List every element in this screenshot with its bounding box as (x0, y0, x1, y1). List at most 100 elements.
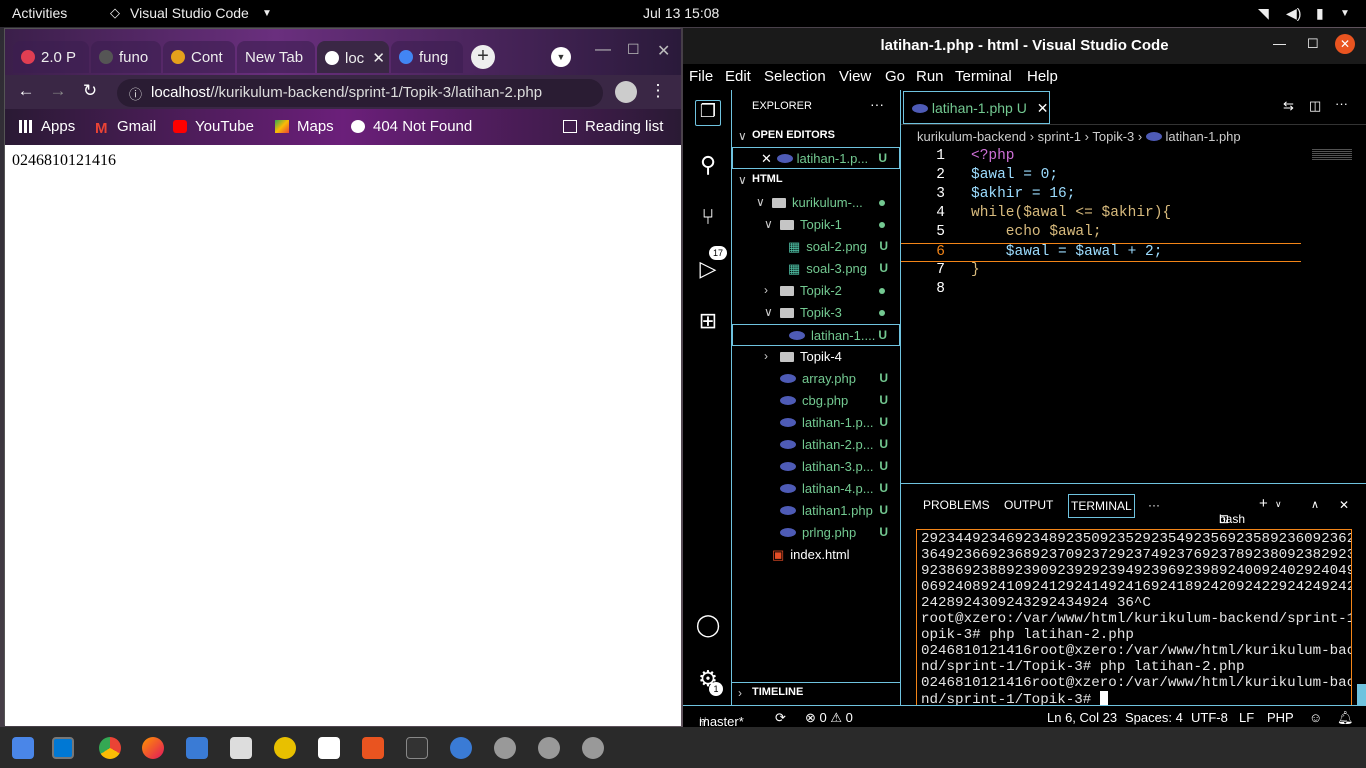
minimize-icon[interactable]: — (595, 41, 611, 59)
chevron-down-icon[interactable]: ∨ (1275, 499, 1282, 510)
bookmark-maps[interactable]: Maps (275, 118, 334, 135)
chrome-menu-icon[interactable]: ⋮ (647, 81, 669, 101)
menu-go[interactable]: Go (885, 68, 905, 85)
help-dock-icon[interactable] (450, 737, 472, 759)
clock[interactable]: Jul 13 15:08 (643, 5, 719, 21)
bookmark-apps[interactable]: Apps (19, 118, 75, 135)
tab-active-localhost[interactable]: loc ✕ (317, 41, 389, 73)
menu-help[interactable]: Help (1027, 68, 1058, 85)
site-info-icon[interactable]: ⓘ (129, 84, 142, 103)
tree-item[interactable]: latihan-2.p... U (732, 434, 900, 456)
close-window-icon[interactable]: ✕ (1335, 34, 1355, 54)
tab-search-icon[interactable]: ▼ (551, 47, 571, 67)
code-line[interactable]: 7} (901, 262, 1366, 281)
maximize-panel-icon[interactable]: ∧ (1311, 498, 1319, 511)
tab-new-tab[interactable]: New Tab (237, 41, 315, 73)
menu-selection[interactable]: Selection (764, 68, 826, 85)
text-editor-icon[interactable] (12, 737, 34, 759)
sync-icon[interactable]: ⟳ (775, 710, 786, 726)
code-line[interactable]: 3 $akhir = 16; (901, 186, 1366, 205)
terminal-scrollbar[interactable] (1357, 684, 1366, 706)
code-editor[interactable]: 1 <?php 2 $awal = 0; 3 $akhir = 16; 4 while($aw… (901, 148, 1366, 483)
breadcrumb-item[interactable]: sprint-1 (1038, 129, 1081, 144)
system-menu-caret-icon[interactable]: ▼ (1340, 8, 1350, 19)
reading-list[interactable]: Reading list (563, 118, 663, 135)
tree-item[interactable]: latihan-1.p... U (732, 412, 900, 434)
tab-terminal[interactable]: TERMINAL (1068, 494, 1135, 518)
wifi-icon[interactable]: ◥ (1258, 5, 1269, 22)
volume-icon[interactable]: ◀) (1286, 5, 1301, 22)
search-icon[interactable]: ⚲ (695, 152, 721, 178)
firefox-dock-icon[interactable] (142, 737, 164, 759)
activities-button[interactable]: Activities (12, 5, 67, 21)
bookmark-gmail[interactable]: M Gmail (95, 118, 156, 137)
breadcrumb-item[interactable]: kurikulum-backend (917, 129, 1026, 144)
tree-item[interactable]: › Topik-4 (732, 346, 900, 368)
bookmark-404[interactable]: 404 Not Found (351, 118, 472, 135)
tree-item[interactable]: latihan-1.... U (732, 324, 900, 346)
menu-edit[interactable]: Edit (725, 68, 751, 85)
source-control-icon[interactable]: ⑂ (695, 204, 721, 230)
tab-6[interactable]: fung (391, 41, 463, 73)
back-icon[interactable]: ← (15, 81, 37, 101)
tree-item[interactable]: › Topik-2 (732, 280, 900, 302)
menu-view[interactable]: View (839, 68, 871, 85)
accounts-icon[interactable]: ◯ (695, 612, 721, 638)
profile-avatar[interactable] (615, 81, 637, 103)
maximize-icon[interactable]: ☐ (627, 41, 640, 58)
minimap[interactable] (1312, 148, 1352, 160)
code-line[interactable]: 1 <?php (901, 148, 1366, 167)
bookmark-youtube[interactable]: YouTube (173, 118, 254, 135)
menu-terminal[interactable]: Terminal (955, 68, 1012, 85)
panel-more-icon[interactable]: ··· (1148, 498, 1160, 512)
breadcrumb-item[interactable]: latihan-1.php (1165, 129, 1240, 144)
address-bar[interactable]: ⓘ localhost//kurikulum-backend/sprint-1/… (117, 79, 603, 107)
chrome-dock-icon[interactable] (99, 737, 121, 759)
mail-dock-icon[interactable] (186, 737, 208, 759)
breadcrumb-item[interactable]: Topik-3 (1092, 129, 1134, 144)
open-editor-item[interactable]: ✕ latihan-1.p... U (732, 147, 900, 169)
open-changes-icon[interactable]: ⇆ (1283, 98, 1294, 114)
tree-item[interactable]: prlng.php U (732, 522, 900, 544)
app-menu[interactable]: Visual Studio Code (130, 5, 249, 21)
close-icon[interactable]: ✕ (761, 151, 772, 167)
reload-icon[interactable]: ↻ (79, 81, 101, 101)
writer-dock-icon[interactable] (318, 737, 340, 759)
extensions-icon[interactable]: ⊞ (695, 308, 721, 334)
indentation[interactable]: Spaces: 4 (1125, 710, 1183, 725)
code-line[interactable]: 4 while($awal <= $akhir){ (901, 205, 1366, 224)
tab-3[interactable]: Cont (163, 41, 235, 73)
open-editors-section[interactable]: ∨ OPEN EDITORS (732, 126, 900, 148)
close-icon[interactable]: ✕ (1037, 100, 1049, 116)
new-terminal-icon[interactable]: + (1259, 495, 1268, 512)
disk-dock-icon[interactable] (494, 737, 516, 759)
tree-item[interactable]: ▣ index.html (732, 544, 900, 566)
tree-item[interactable]: ∨ Topik-1 (732, 214, 900, 236)
more-actions-icon[interactable]: ··· (870, 96, 884, 112)
notifications-bell-icon[interactable]: 🔔︎ (1337, 710, 1354, 726)
tree-item[interactable]: latihan-3.p... U (732, 456, 900, 478)
code-line[interactable]: 6 $awal = $awal + 2; (901, 243, 1301, 262)
code-line[interactable]: 2 $awal = 0; (901, 167, 1366, 186)
tab-1[interactable]: 2.0 P (13, 41, 89, 73)
feedback-icon[interactable]: ☺ (1309, 710, 1322, 725)
software-dock-icon[interactable] (362, 737, 384, 759)
battery-icon[interactable]: ▮ (1316, 5, 1324, 22)
encoding[interactable]: UTF-8 (1191, 710, 1228, 725)
tree-item[interactable]: array.php U (732, 368, 900, 390)
tab-problems[interactable]: PROBLEMS (923, 498, 990, 512)
run-debug-icon[interactable]: ▷ (695, 256, 721, 282)
tree-item[interactable]: latihan1.php U (732, 500, 900, 522)
minimize-icon[interactable]: — (1273, 36, 1286, 51)
tree-item[interactable]: ∨ Topik-3 (732, 302, 900, 324)
tab-output[interactable]: OUTPUT (1004, 498, 1053, 512)
close-panel-icon[interactable]: ✕ (1339, 498, 1349, 512)
tab-close-icon[interactable]: ✕ (372, 50, 385, 67)
end-of-line[interactable]: LF (1239, 710, 1254, 725)
language-mode[interactable]: PHP (1267, 710, 1294, 725)
terminal-output[interactable]: 2923449234692348923509235292354923569235… (916, 529, 1352, 706)
tree-item[interactable]: cbg.php U (732, 390, 900, 412)
timeline-section[interactable]: › TIMELINE (732, 682, 900, 704)
close-window-icon[interactable]: ✕ (657, 41, 670, 61)
split-editor-icon[interactable]: ◫ (1309, 98, 1321, 114)
